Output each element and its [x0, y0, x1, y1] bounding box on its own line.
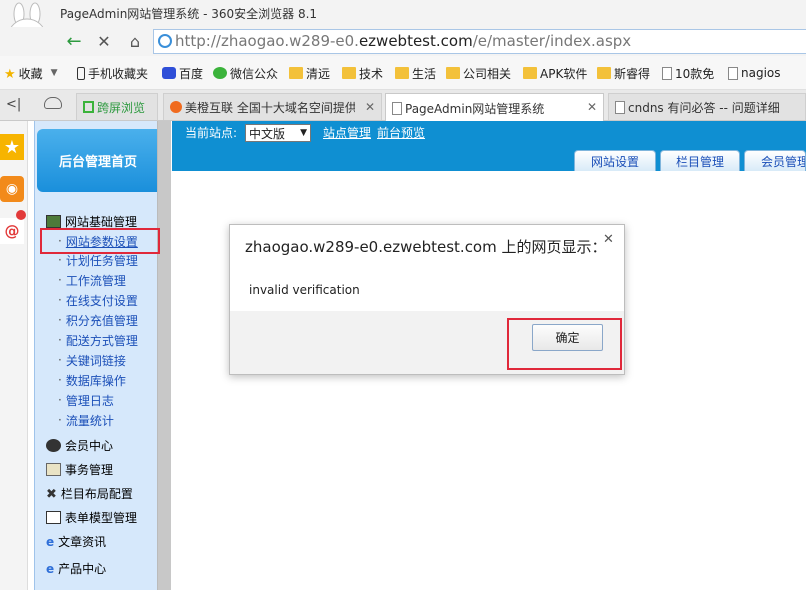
bookmark-item[interactable]: nagios: [728, 64, 781, 82]
bookmark-item[interactable]: APK软件: [523, 64, 587, 82]
favorites-star-icon[interactable]: ★: [0, 134, 24, 160]
tab-member-manage[interactable]: 会员管理: [744, 150, 806, 171]
folder-icon: [289, 67, 303, 79]
ie-icon: e: [46, 561, 55, 576]
computer-icon: [46, 214, 61, 228]
bookmark-item[interactable]: 微信公众: [213, 64, 278, 82]
form-icon: [46, 510, 61, 524]
bookmark-item[interactable]: 手机收藏夹: [77, 64, 148, 82]
star-icon: ★: [4, 67, 16, 82]
home-icon[interactable]: ⌂: [124, 30, 146, 52]
tab-column-manage[interactable]: 栏目管理: [660, 150, 740, 171]
sidebar-sub-item[interactable]: · 配送方式管理: [58, 330, 138, 350]
folder-icon: [342, 67, 356, 79]
bookmark-item[interactable]: 10款免: [662, 64, 714, 82]
mail-icon[interactable]: @: [0, 218, 24, 244]
tab-meicheng[interactable]: 美橙互联 全国十大域名空间提供 ✕: [163, 93, 382, 120]
folder-icon: [523, 67, 537, 79]
close-icon[interactable]: ✕: [603, 232, 614, 247]
screen-icon: [83, 101, 94, 113]
page-icon: [392, 101, 402, 115]
sidebar-scrollbar[interactable]: [157, 121, 171, 590]
sidebar-group-articles[interactable]: e 文章资讯: [46, 531, 106, 551]
stop-icon[interactable]: ✕: [93, 30, 115, 52]
site-manage-link[interactable]: 站点管理: [323, 124, 371, 141]
admin-home-button[interactable]: 后台管理首页: [37, 129, 159, 192]
folder-icon: [395, 67, 409, 79]
sidebar-sub-item[interactable]: · 关键词链接: [58, 350, 126, 370]
wechat-icon: [213, 67, 227, 79]
sidebar-group-products[interactable]: e 产品中心: [46, 558, 106, 578]
bookmark-item[interactable]: 清远: [289, 64, 330, 82]
folder-icon: [597, 67, 611, 79]
ie-icon: e: [46, 534, 55, 549]
folder-icon: [446, 67, 460, 79]
notification-badge: [16, 210, 26, 220]
close-icon[interactable]: ✕: [365, 100, 375, 114]
baidu-icon: [162, 67, 176, 79]
orange-icon: [170, 101, 182, 113]
window-title: PageAdmin网站管理系统 - 360安全浏览器 8.1: [60, 7, 318, 21]
close-icon[interactable]: ✕: [587, 100, 597, 114]
bookmark-item[interactable]: 百度: [162, 64, 203, 82]
tab-site-settings[interactable]: 网站设置: [574, 150, 656, 171]
highlight-box: [507, 318, 622, 370]
bookmark-item[interactable]: 斯睿得: [597, 64, 650, 82]
dialog-title: zhaogao.w289-e0.ezwebtest.com 上的网页显示：: [245, 238, 607, 256]
bookmark-item[interactable]: 技术: [342, 64, 383, 82]
sidebar-sub-item[interactable]: · 在线支付设置: [58, 290, 138, 310]
sidebar-sub-item[interactable]: · 数据库操作: [58, 370, 126, 390]
current-site-label: 当前站点:: [185, 126, 238, 140]
dropdown-icon: ▼: [300, 128, 307, 138]
tab-cndns[interactable]: cndns 有问必答 -- 问题详细: [608, 93, 806, 120]
sidebar-group-layout[interactable]: ✖ 栏目布局配置: [46, 483, 133, 503]
dialog-message: invalid verification: [249, 283, 360, 297]
page-icon: [615, 100, 625, 114]
tools-icon: ✖: [46, 486, 57, 502]
sidebar-sub-item[interactable]: · 流量统计: [58, 410, 114, 430]
sidebar-group-forms[interactable]: 表单模型管理: [46, 507, 137, 527]
tab-pageadmin[interactable]: PageAdmin网站管理系统 ✕: [385, 93, 604, 122]
site-select[interactable]: 中文版 ▼: [245, 124, 311, 142]
page-icon: [728, 66, 738, 80]
sidebar-sub-item[interactable]: · 积分充值管理: [58, 310, 138, 330]
back-icon[interactable]: ←: [63, 30, 85, 52]
cloud-icon[interactable]: [44, 97, 62, 109]
bookmark-item[interactable]: 生活: [395, 64, 436, 82]
address-text[interactable]: http://zhaogao.w289-e0.ezwebtest.com/e/m…: [175, 32, 631, 50]
weibo-icon[interactable]: ◉: [0, 176, 24, 202]
globe-icon: [158, 34, 172, 48]
sidebar-sub-item[interactable]: · 管理日志: [58, 390, 114, 410]
tab-scroll-left-icon[interactable]: <|: [6, 97, 21, 112]
tasks-icon: [46, 462, 61, 476]
page-icon: [662, 66, 672, 80]
sidebar-group-member[interactable]: 会员中心: [46, 435, 113, 455]
dropdown-icon: ▼: [50, 68, 58, 78]
sidebar-group-affairs[interactable]: 事务管理: [46, 459, 113, 479]
mobile-icon: [77, 66, 85, 80]
bookmark-item[interactable]: 公司相关: [446, 64, 511, 82]
sidebar-sub-item[interactable]: · 工作流管理: [58, 270, 126, 290]
highlight-box: [40, 228, 160, 254]
users-icon: [46, 438, 61, 452]
bookmark-item[interactable]: ★ 收藏 ▼: [4, 64, 58, 83]
tab-cross-screen[interactable]: 跨屏浏览: [76, 93, 158, 120]
frontend-preview-link[interactable]: 前台预览: [377, 124, 425, 141]
